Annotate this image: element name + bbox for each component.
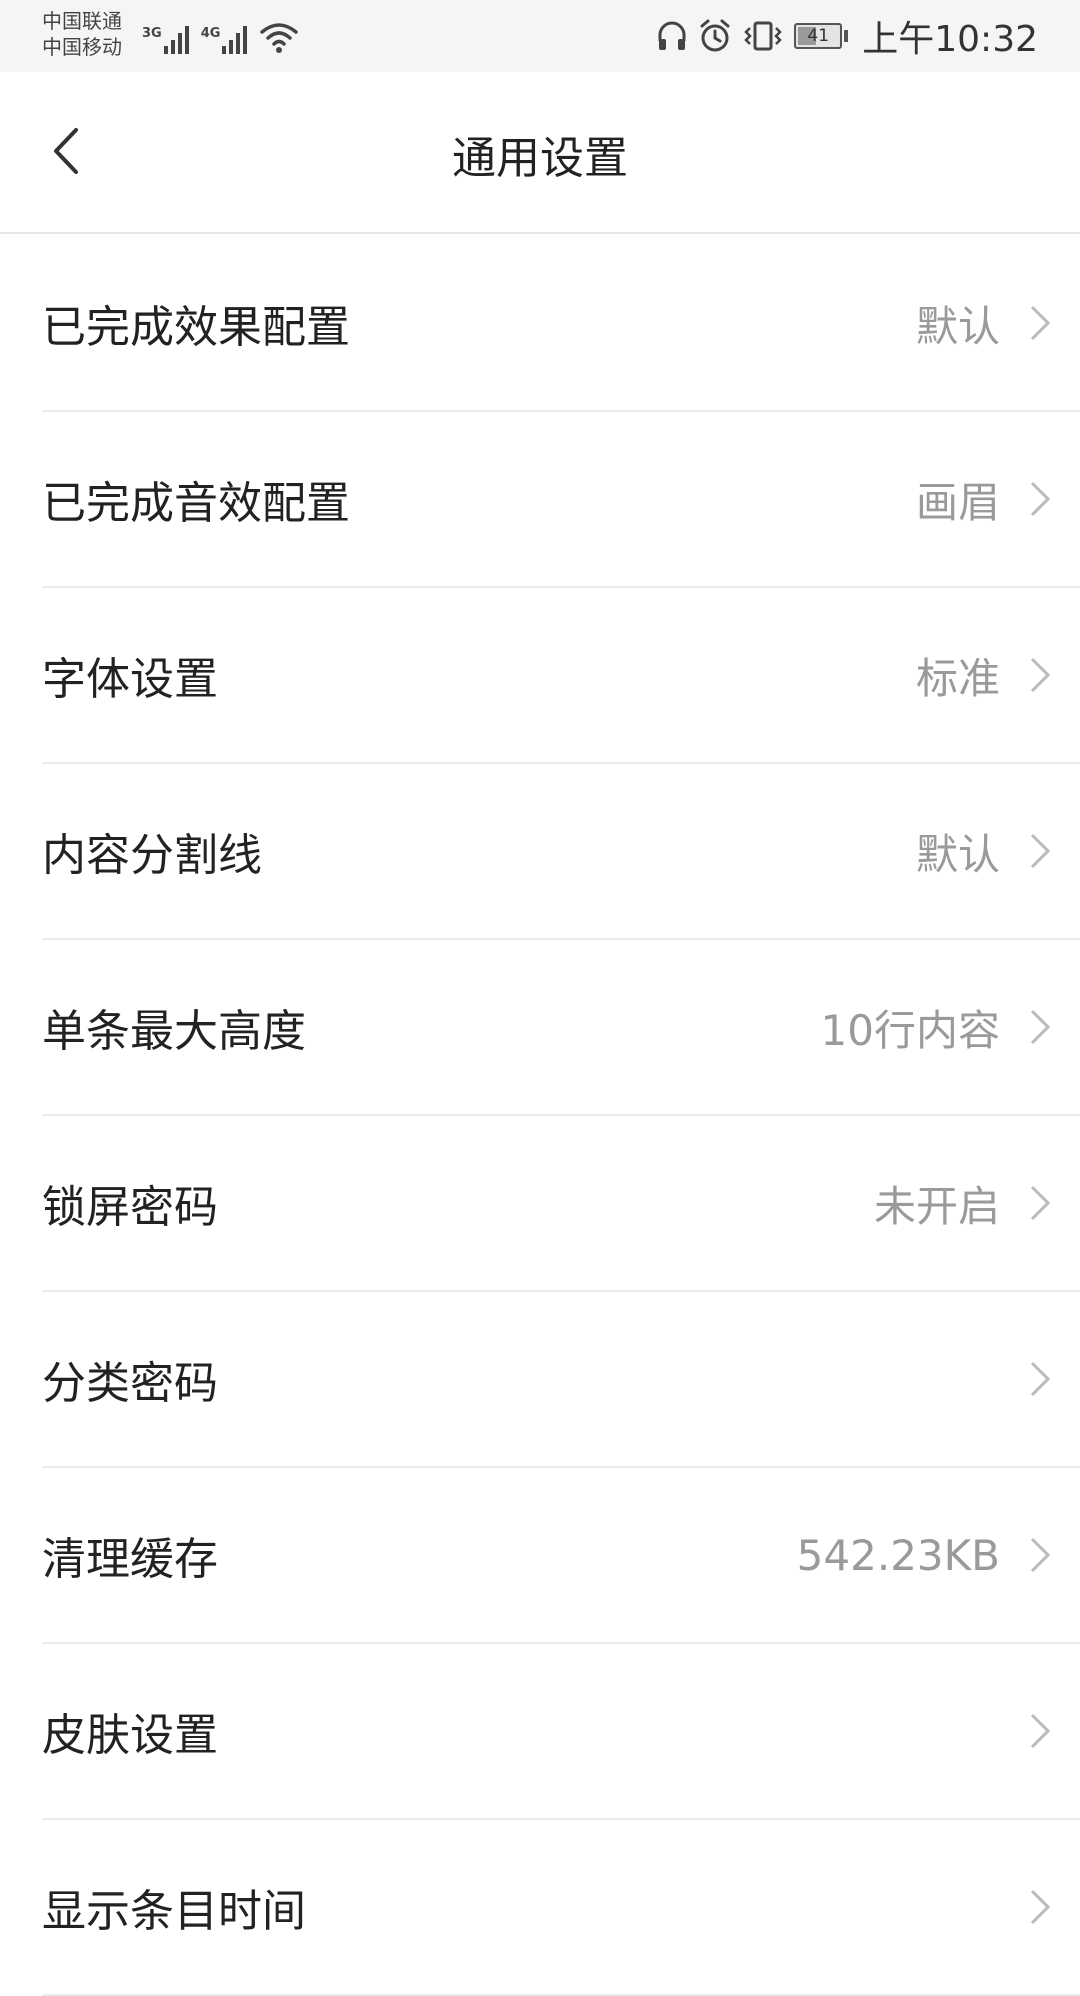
setting-value: 10行内容 bbox=[820, 1005, 1000, 1055]
setting-item-max-height[interactable]: 单条最大高度 10行内容 bbox=[42, 940, 1080, 1116]
battery-level: 41 bbox=[807, 26, 830, 46]
headset-icon bbox=[658, 21, 686, 50]
signal-bars-icon bbox=[163, 24, 189, 54]
setting-item-completed-sound[interactable]: 已完成音效配置 画眉 bbox=[42, 412, 1080, 588]
setting-value: 默认 bbox=[915, 829, 1000, 879]
settings-list: 已完成效果配置 默认 已完成音效配置 画眉 字体设置 标准 内容分割线 默认 单… bbox=[0, 236, 1080, 1996]
battery-nub bbox=[844, 30, 849, 42]
setting-label: 内容分割线 bbox=[42, 830, 262, 881]
signal-indicators: 3G 4G bbox=[142, 14, 299, 54]
setting-label: 清理缓存 bbox=[42, 1534, 218, 1585]
chevron-right-icon bbox=[1030, 1889, 1051, 1925]
battery-icon: 41 bbox=[794, 23, 843, 49]
chevron-right-icon bbox=[1030, 1537, 1051, 1573]
setting-item-divider[interactable]: 内容分割线 默认 bbox=[42, 764, 1080, 940]
setting-value: 未开启 bbox=[873, 1181, 1000, 1231]
app-header: 通用设置 bbox=[0, 72, 1080, 234]
setting-label: 单条最大高度 bbox=[42, 1006, 306, 1057]
setting-label: 显示条目时间 bbox=[42, 1886, 306, 1937]
setting-item-completed-effect[interactable]: 已完成效果配置 默认 bbox=[42, 236, 1080, 412]
setting-value: 画眉 bbox=[915, 477, 1000, 527]
chevron-right-icon bbox=[1030, 305, 1051, 341]
setting-value: 标准 bbox=[915, 653, 1000, 703]
page-title: 通用设置 bbox=[452, 133, 628, 184]
network-4g-label: 4G bbox=[200, 26, 221, 41]
chevron-right-icon bbox=[1030, 481, 1051, 517]
chevron-right-icon bbox=[1030, 1009, 1051, 1045]
signal-bars-icon bbox=[222, 24, 248, 54]
setting-item-lock-password[interactable]: 锁屏密码 未开启 bbox=[42, 1116, 1080, 1292]
setting-label: 已完成音效配置 bbox=[42, 478, 350, 529]
setting-item-clear-cache[interactable]: 清理缓存 542.23KB bbox=[42, 1468, 1080, 1644]
signal-3g: 3G bbox=[142, 24, 189, 54]
status-bar: 中国联通 中国移动 3G 4G 41 上午10:32 bbox=[0, 0, 1080, 72]
setting-item-show-time[interactable]: 显示条目时间 bbox=[42, 1820, 1080, 1996]
carrier-2-label: 中国移动 bbox=[42, 35, 122, 59]
setting-item-category-password[interactable]: 分类密码 bbox=[42, 1292, 1080, 1468]
status-right-group: 41 上午10:32 bbox=[656, 14, 1038, 60]
setting-value: 默认 bbox=[915, 301, 1000, 351]
signal-4g: 4G bbox=[201, 24, 248, 54]
alarm-icon bbox=[700, 19, 730, 52]
carrier-info: 中国联通 中国移动 bbox=[42, 8, 122, 60]
vibrate-icon bbox=[744, 21, 783, 51]
network-3g-label: 3G bbox=[142, 26, 162, 41]
setting-label: 锁屏密码 bbox=[42, 1182, 218, 1233]
setting-item-font[interactable]: 字体设置 标准 bbox=[42, 588, 1080, 764]
status-time: 上午10:32 bbox=[862, 19, 1038, 60]
chevron-right-icon bbox=[1030, 657, 1051, 693]
setting-label: 皮肤设置 bbox=[42, 1710, 218, 1761]
chevron-right-icon bbox=[1030, 833, 1051, 869]
chevron-right-icon bbox=[1030, 1713, 1051, 1749]
chevron-right-icon bbox=[1030, 1361, 1051, 1397]
setting-item-skin[interactable]: 皮肤设置 bbox=[42, 1644, 1080, 1820]
chevron-right-icon bbox=[1030, 1185, 1051, 1221]
wifi-icon bbox=[260, 23, 299, 53]
setting-label: 分类密码 bbox=[42, 1358, 218, 1409]
carrier-1-label: 中国联通 bbox=[42, 9, 122, 33]
setting-label: 字体设置 bbox=[42, 654, 218, 705]
setting-value: 542.23KB bbox=[796, 1530, 1000, 1580]
setting-label: 已完成效果配置 bbox=[42, 302, 350, 353]
